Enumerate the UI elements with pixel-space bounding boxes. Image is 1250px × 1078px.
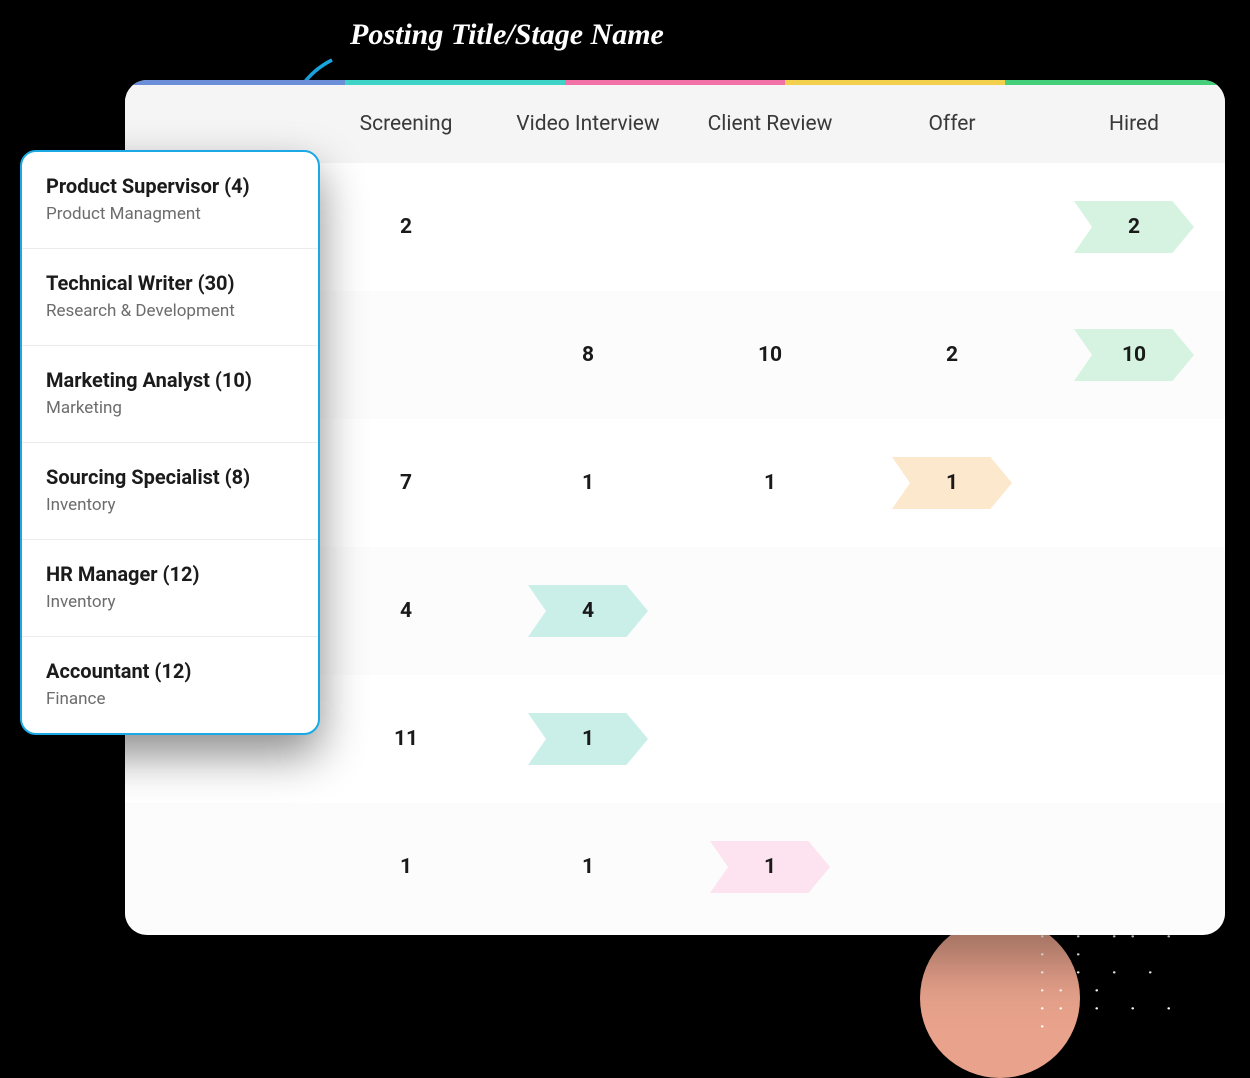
cell-count: 8: [582, 343, 594, 367]
posting-title: Sourcing Specialist (8): [46, 465, 294, 489]
pipeline-cell[interactable]: 1: [497, 855, 679, 879]
stage-chevron[interactable]: 1: [892, 457, 1012, 509]
annotation-label: Posting Title/Stage Name: [350, 18, 664, 52]
stage-chevron[interactable]: 4: [528, 585, 648, 637]
stage-header[interactable]: Hired: [1043, 112, 1225, 136]
postings-sidebar: Product Supervisor (4) Product Managment T…: [20, 150, 320, 735]
posting-department: Product Managment: [46, 204, 294, 224]
cell-count: 2: [946, 343, 958, 367]
posting-title: Product Supervisor (4): [46, 174, 294, 198]
cell-count: 1: [582, 471, 594, 495]
posting-item[interactable]: Technical Writer (30) Research & Developm…: [22, 249, 318, 346]
posting-title: Accountant (12): [46, 659, 294, 683]
cell-count: 2: [400, 215, 412, 239]
stage-header[interactable]: Offer: [861, 112, 1043, 136]
pipeline-cell[interactable]: 2: [1043, 201, 1225, 253]
cell-count: 1: [582, 855, 594, 879]
stage-color-bar: [125, 80, 1225, 85]
pipeline-cell[interactable]: 10: [679, 343, 861, 367]
pipeline-cell[interactable]: 2: [861, 343, 1043, 367]
cell-count: 1: [400, 855, 412, 879]
cell-count: 7: [400, 471, 412, 495]
pipeline-cell[interactable]: 4: [497, 585, 679, 637]
cell-count: 4: [400, 599, 412, 623]
posting-department: Research & Development: [46, 301, 294, 321]
stage-header[interactable]: Screening: [315, 112, 497, 136]
posting-title: Marketing Analyst (10): [46, 368, 294, 392]
cell-count: 1: [764, 471, 776, 495]
pipeline-cell[interactable]: 2: [315, 215, 497, 239]
posting-title: HR Manager (12): [46, 562, 294, 586]
pipeline-cell[interactable]: 1: [497, 713, 679, 765]
stage-chevron[interactable]: 1: [528, 713, 648, 765]
stage-chevron[interactable]: 1: [710, 841, 830, 893]
decor-dots: · · ·· · · ·· · · · ·· · ·· · · · ·: [1040, 928, 1220, 993]
posting-title: Technical Writer (30): [46, 271, 294, 295]
cell-count: 10: [758, 343, 782, 367]
stage-header[interactable]: Video Interview: [497, 112, 679, 136]
posting-item[interactable]: Accountant (12) Finance: [22, 637, 318, 733]
posting-department: Marketing: [46, 398, 294, 418]
posting-department: Finance: [46, 689, 294, 709]
pipeline-cell[interactable]: 1: [315, 855, 497, 879]
posting-item[interactable]: HR Manager (12) Inventory: [22, 540, 318, 637]
posting-department: Inventory: [46, 495, 294, 515]
stage-chevron[interactable]: 10: [1074, 329, 1194, 381]
pipeline-row: 1 1 1: [125, 803, 1225, 931]
posting-item[interactable]: Marketing Analyst (10) Marketing: [22, 346, 318, 443]
posting-item[interactable]: Sourcing Specialist (8) Inventory: [22, 443, 318, 540]
pipeline-cell[interactable]: 1: [679, 471, 861, 495]
pipeline-cell[interactable]: 1: [861, 457, 1043, 509]
stage-chevron[interactable]: 2: [1074, 201, 1194, 253]
pipeline-cell[interactable]: 4: [315, 599, 497, 623]
cell-count: 11: [394, 727, 418, 751]
posting-department: Inventory: [46, 592, 294, 612]
stage-header[interactable]: Client Review: [679, 112, 861, 136]
pipeline-cell[interactable]: 8: [497, 343, 679, 367]
posting-item[interactable]: Product Supervisor (4) Product Managment: [22, 152, 318, 249]
pipeline-cell[interactable]: 1: [497, 471, 679, 495]
pipeline-cell[interactable]: 7: [315, 471, 497, 495]
pipeline-cell[interactable]: 11: [315, 727, 497, 751]
pipeline-cell[interactable]: 10: [1043, 329, 1225, 381]
pipeline-cell[interactable]: 1: [679, 841, 861, 893]
